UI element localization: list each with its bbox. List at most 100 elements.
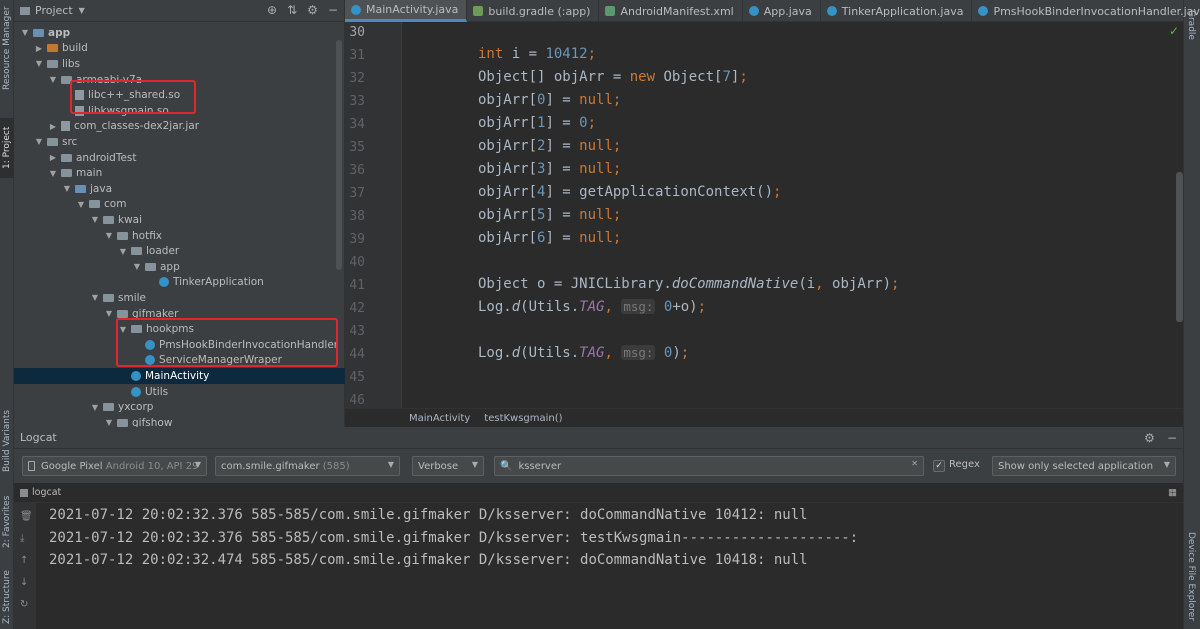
chevron-down-icon[interactable]: ▼	[118, 247, 128, 256]
project-panel-header: Project ▼ ⊕ ⇅ ⚙ −	[14, 0, 344, 22]
chevron-right-icon[interactable]: ▶	[48, 153, 58, 162]
tree-item[interactable]: ▼ main	[14, 165, 345, 181]
breadcrumb-method[interactable]: testKwsgmain()	[484, 413, 562, 424]
chevron-down-icon[interactable]: ▼	[48, 75, 58, 84]
tree-item[interactable]: ▼ kwai	[14, 212, 345, 228]
chevron-down-icon[interactable]: ▼	[104, 309, 114, 318]
project-tool-tab[interactable]: 1: Project	[0, 118, 14, 178]
tree-item[interactable]: ▼ smile	[14, 290, 345, 306]
code-line: Log.d(Utils.TAG, msg: 0+o);	[478, 299, 707, 315]
process-selector[interactable]: com.smile.gifmaker (585) ▼	[215, 456, 400, 476]
tab-tinkerapplication-java[interactable]: TinkerApplication.java	[821, 0, 973, 22]
tree-item-label: kwai	[118, 213, 143, 226]
gear-icon[interactable]: ⚙	[307, 3, 318, 17]
chevron-right-icon[interactable]: ▶	[48, 122, 58, 131]
chevron-down-icon[interactable]: ▼	[62, 184, 72, 193]
project-scrollbar[interactable]	[336, 40, 342, 270]
chevron-down-icon[interactable]: ▼	[79, 6, 85, 15]
tab-label: App.java	[763, 4, 812, 18]
logcat-subheader: logcat ▦	[14, 483, 1183, 503]
up-icon[interactable]: ↑	[20, 555, 28, 566]
check-icon: ✓	[1168, 24, 1179, 38]
tree-item[interactable]: ▼ app	[14, 259, 345, 275]
tree-item[interactable]: ▼ com	[14, 197, 345, 213]
log-line[interactable]: 2021-07-12 20:02:32.474 585-585/com.smil…	[49, 552, 808, 568]
project-view-selector[interactable]: Project	[35, 4, 73, 17]
class-icon	[131, 370, 141, 381]
tab-app-java[interactable]: App.java	[743, 0, 821, 22]
folder-icon	[33, 28, 44, 37]
log-line[interactable]: 2021-07-12 20:02:32.376 585-585/com.smil…	[49, 507, 808, 523]
tab-label: MainActivity.java	[366, 3, 459, 16]
build-variants-tab[interactable]: Build Variants	[0, 408, 14, 474]
tree-item[interactable]: ▼ src	[14, 134, 345, 150]
layout-icon[interactable]: ▦	[1168, 487, 1177, 498]
tab-androidmanifest-xml[interactable]: AndroidManifest.xml	[599, 0, 743, 22]
tree-item[interactable]: MainActivity	[14, 368, 345, 384]
chevron-right-icon[interactable]: ▶	[34, 44, 44, 53]
line-number: 39	[349, 232, 365, 247]
device-selector[interactable]: Google Pixel Android 10, API 29 ▼	[22, 456, 207, 476]
chevron-down-icon[interactable]: ▼	[132, 262, 142, 271]
device-name: Google Pixel	[41, 460, 103, 472]
tree-item[interactable]: TinkerApplication	[14, 275, 345, 291]
favorites-tab[interactable]: 2: Favorites	[0, 494, 14, 550]
down-icon[interactable]: ↓	[20, 577, 28, 588]
regex-checkbox[interactable]: ✓	[933, 460, 945, 472]
tree-item[interactable]: Utils	[14, 384, 345, 400]
chevron-down-icon: ▼	[194, 460, 201, 469]
tab-mainactivity-java[interactable]: MainActivity.java	[345, 0, 468, 22]
tree-item-label: hotfix	[132, 229, 163, 242]
clear-log-icon[interactable]: 🗑	[20, 511, 33, 522]
chevron-down-icon[interactable]: ▼	[90, 293, 100, 302]
tree-item[interactable]: ▶ build	[14, 41, 345, 57]
chevron-down-icon[interactable]: ▼	[48, 169, 58, 178]
minimize-icon[interactable]: −	[1167, 431, 1177, 445]
chevron-down-icon[interactable]: ▼	[76, 200, 86, 209]
chevron-down-icon[interactable]: ▼	[104, 231, 114, 240]
log-line[interactable]: 2021-07-12 20:02:32.376 585-585/com.smil…	[49, 530, 858, 546]
logcat-panel: Logcat ⚙ − Google Pixel Android 10, API …	[14, 427, 1183, 629]
scroll-end-icon[interactable]: ⤓	[20, 533, 24, 544]
tree-item[interactable]: ▶ androidTest	[14, 150, 345, 166]
code-editor[interactable]: 30 31 32 33 34 35 36 37 38 39 40 41 42 43 44 45 46 ✓ int…	[345, 22, 1183, 408]
tree-item-label: com_classes-dex2jar.jar	[74, 120, 200, 133]
log-level-selector[interactable]: Verbose ▼	[412, 456, 484, 476]
chevron-down-icon[interactable]: ▼	[90, 403, 100, 412]
minimize-icon[interactable]: −	[328, 3, 338, 17]
tree-item[interactable]: ▼ yxcorp	[14, 399, 345, 415]
filter-selector[interactable]: Show only selected application ▼	[992, 456, 1176, 476]
structure-tab[interactable]: Z: Structure	[0, 568, 14, 626]
chevron-down-icon[interactable]: ▼	[20, 28, 30, 37]
chevron-down-icon[interactable]: ▼	[34, 137, 44, 146]
tab-pmshookbinderinvocationhandler-java[interactable]: PmsHookBinderInvocationHandler.java	[972, 0, 1200, 22]
chevron-down-icon[interactable]: ▼	[90, 215, 100, 224]
device-file-explorer-tab[interactable]: Device File Explorer	[1186, 532, 1196, 621]
tree-item[interactable]: ▼ loader	[14, 243, 345, 259]
project-folder-icon	[20, 6, 30, 15]
editor-scrollbar[interactable]	[1176, 172, 1183, 322]
locate-icon[interactable]: ⊕	[267, 3, 277, 17]
tree-item[interactable]: ▶ com_classes-dex2jar.jar	[14, 119, 345, 135]
tree-item[interactable]: ▼ java	[14, 181, 345, 197]
code-line: Object[] objArr = new Object[7];	[478, 69, 748, 85]
tab-build-gradle-app-[interactable]: build.gradle (:app)	[467, 0, 600, 22]
gear-icon[interactable]: ⚙	[1144, 431, 1155, 445]
breadcrumb-class[interactable]: MainActivity	[409, 413, 470, 424]
logcat-toolbar: Google Pixel Android 10, API 29 ▼ com.sm…	[14, 449, 1183, 483]
folder-icon	[117, 231, 128, 240]
code-line: int i = 10412;	[478, 46, 597, 62]
clear-icon[interactable]: ✕	[911, 459, 918, 468]
chevron-down-icon[interactable]: ▼	[104, 418, 114, 427]
collapse-icon[interactable]: ⇅	[287, 3, 297, 17]
code-line: Object o = JNICLibrary.doCommandNative(i…	[478, 276, 900, 292]
tree-item[interactable]: ▼ app	[14, 25, 345, 41]
chevron-down-icon[interactable]: ▼	[34, 59, 44, 68]
resource-manager-tab[interactable]: Resource Manager	[0, 4, 14, 92]
tree-item[interactable]: ▼ libs	[14, 56, 345, 72]
tree-item[interactable]: ▼ hotfix	[14, 228, 345, 244]
filter-value: Show only selected application	[998, 460, 1154, 472]
restart-icon[interactable]: ↻	[20, 599, 28, 610]
logcat-search-input[interactable]: 🔍 ksserver ✕	[494, 456, 924, 476]
class-icon	[351, 4, 361, 15]
